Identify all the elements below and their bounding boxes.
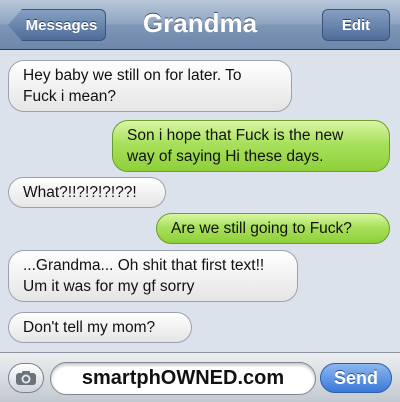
camera-icon	[16, 371, 36, 385]
send-button[interactable]: Send	[320, 363, 392, 393]
send-button-label: Send	[333, 367, 378, 388]
message-text: way of saying Hi these days.	[127, 148, 324, 165]
message-text: Are we still going to Fuck?	[171, 220, 352, 237]
message-bubble-sent: Are we still going to Fuck?	[156, 213, 390, 244]
navigation-bar: Messages Grandma Edit	[0, 0, 400, 50]
message-bubble-received: ...Grandma... Oh shit that first text!! …	[8, 250, 298, 302]
message-text: Hey baby we still on for later. To	[23, 67, 242, 84]
message-text: ...Grandma... Oh shit that first text!!	[23, 257, 265, 274]
message-text: Fuck i mean?	[23, 88, 117, 105]
message-input[interactable]: smartphOWNED.com	[50, 362, 316, 395]
message-text: Don't tell my mom?	[23, 319, 156, 336]
message-bubble-received: What?!!?!?!?!??!	[8, 177, 166, 208]
message-text: Son i hope that Fuck is the new	[127, 127, 344, 144]
edit-button-label: Edit	[341, 16, 371, 34]
message-bubble-received: Don't tell my mom?	[8, 312, 192, 343]
camera-button[interactable]	[8, 363, 44, 393]
message-bubble-received: Hey baby we still on for later. To Fuck …	[8, 60, 292, 112]
edit-button[interactable]: Edit	[322, 9, 390, 41]
compose-bar: smartphOWNED.com Send	[0, 352, 400, 402]
message-bubble-sent: Son i hope that Fuck is the new way of s…	[112, 120, 390, 172]
message-text: Um it was for my gf sorry	[23, 278, 195, 295]
message-input-text: smartphOWNED.com	[81, 367, 285, 389]
message-text: What?!!?!?!?!??!	[23, 184, 137, 201]
